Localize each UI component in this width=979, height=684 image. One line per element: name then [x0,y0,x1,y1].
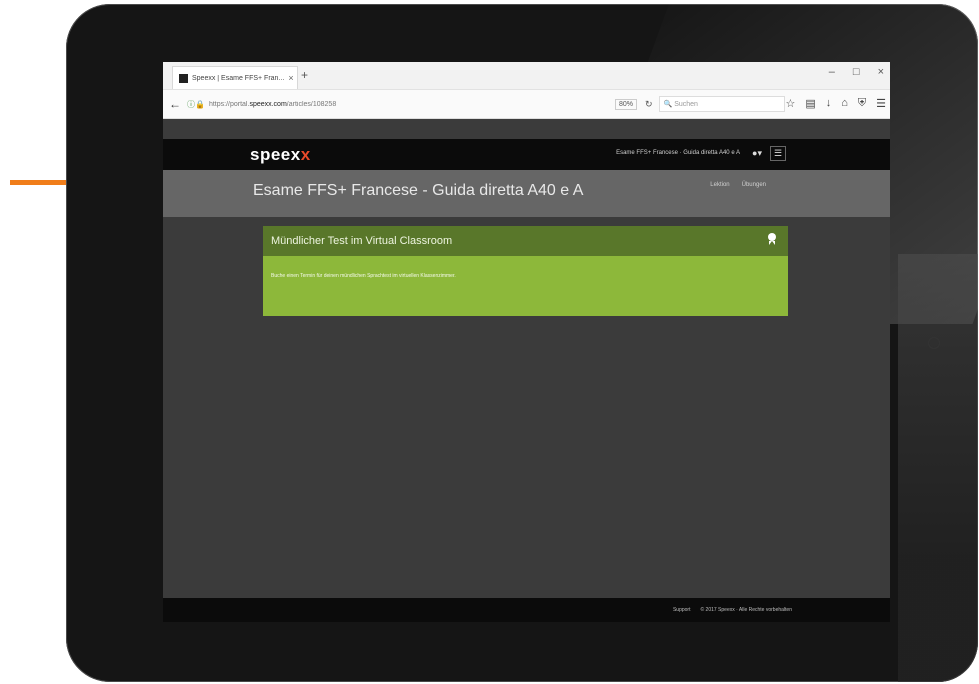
search-input[interactable]: 🔍 Suchen [658,96,785,112]
page-meta: Lektion Übungen [710,182,766,188]
card-description: Buche einen Termin für deinen mündlichen… [271,273,456,279]
browser-tab[interactable]: Speexx | Esame FFS+ Fran... × [172,66,298,89]
meta-lesson[interactable]: Lektion [710,182,729,188]
award-icon [768,233,776,247]
clipboard-icon[interactable]: ▤ [805,97,815,110]
breadcrumb[interactable]: Esame FFS+ Francese · Guida diretta A40 … [616,150,740,156]
virtual-classroom-card[interactable]: Mündlicher Test im Virtual Classroom Buc… [263,226,788,316]
search-placeholder: Suchen [674,100,698,108]
reload-icon[interactable]: ↻ [645,99,653,110]
lock-icon[interactable]: ⓘ🔒 [187,99,205,110]
copyright-text: © 2017 Speexx · Alle Rechte vorbehalten [700,607,792,613]
maximize-button[interactable]: □ [853,66,860,78]
main-content: Mündlicher Test im Virtual Classroom Buc… [163,217,890,591]
speexx-favicon-icon [179,73,188,83]
download-icon[interactable]: ↓ [826,97,832,110]
shield-icon[interactable]: ⛨ [858,97,866,110]
url-prefix: https://portal. [208,100,250,108]
logo-x: x [300,145,311,164]
url-domain: speexx.com [249,100,287,108]
menu-icon[interactable]: ☰ [876,97,886,110]
user-icon[interactable]: ●▾ [752,148,762,159]
close-window-button[interactable]: × [878,66,884,78]
tablet-screen: Speexx | Esame FFS+ Fran... × + – □ × ← … [163,62,890,622]
tablet-camera [928,337,940,349]
new-tab-button[interactable]: + [301,68,308,82]
site-top-bar: speexx Esame FFS+ Francese · Guida diret… [163,139,890,170]
star-icon[interactable]: ☆ [785,97,795,110]
speexx-logo[interactable]: speexx [250,145,311,165]
home-icon[interactable]: ⌂ [841,97,848,110]
hamburger-menu-button[interactable]: ☰ [770,146,786,161]
tab-close-icon[interactable]: × [285,73,297,83]
page-title: Esame FFS+ Francese - Guida diretta A40 … [253,182,584,199]
toolbar-icons: ☆ ▤ ↓ ⌂ ⛨ ☰ [785,97,886,110]
address-bar[interactable]: https://portal.speexx.com/articles/10825… [209,101,609,108]
browser-tab-bar: Speexx | Esame FFS+ Fran... × + – □ × [163,62,890,90]
card-title: Mündlicher Test im Virtual Classroom [271,235,453,247]
window-controls: – □ × [829,66,884,78]
meta-exercises[interactable]: Übungen [742,182,766,188]
card-header: Mündlicher Test im Virtual Classroom [263,226,788,256]
zoom-indicator[interactable]: 80% [614,98,637,110]
support-link[interactable]: Support [673,607,691,613]
logo-main: speex [250,145,301,164]
footer-links: Support © 2017 Speexx · Alle Rechte vorb… [673,607,792,613]
back-arrow-icon[interactable]: ← [169,97,187,111]
minimize-button[interactable]: – [829,66,835,78]
page-header: Esame FFS+ Francese - Guida diretta A40 … [163,170,890,217]
site-footer: Support © 2017 Speexx · Alle Rechte vorb… [163,598,890,622]
tablet-edge-gloss [898,254,978,682]
url-path: /articles/108258 [286,100,337,108]
tab-title: Speexx | Esame FFS+ Fran... [192,74,285,82]
browser-nav-bar: ← ⓘ🔒 https://portal.speexx.com/articles/… [163,90,890,119]
